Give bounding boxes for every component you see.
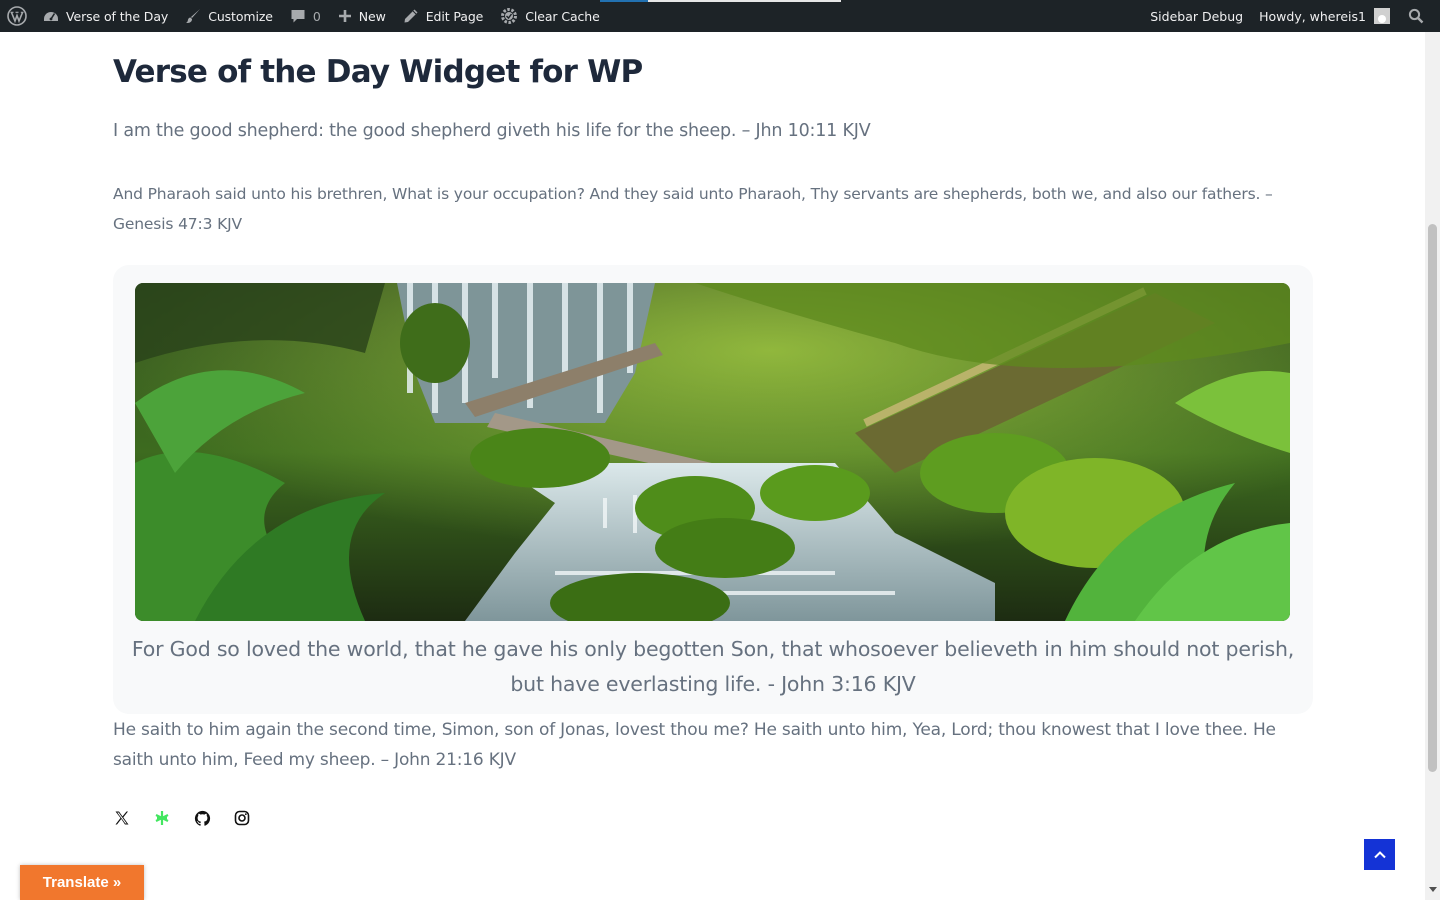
linktree-icon[interactable]	[153, 809, 171, 827]
verse-text: And Pharaoh said unto his brethren, What…	[113, 185, 1273, 233]
wordpress-icon	[7, 6, 27, 26]
site-name-label: Verse of the Day	[66, 8, 169, 24]
comment-bubble-icon	[291, 10, 305, 23]
plus-icon	[338, 10, 351, 22]
new-content-button[interactable]: New	[329, 0, 394, 32]
customize-button[interactable]: Customize	[176, 0, 281, 32]
widget-verse-text: For God so loved the world, that he gave…	[131, 637, 1295, 696]
howdy-label: Howdy, whereis1	[1259, 8, 1366, 24]
chevron-up-icon	[1373, 850, 1386, 858]
pencil-icon	[404, 9, 418, 23]
clear-cache-button[interactable]: Clear Cache	[491, 0, 607, 32]
edit-page-button[interactable]: Edit Page	[394, 0, 492, 32]
instagram-icon[interactable]	[233, 809, 251, 827]
edit-page-label: Edit Page	[425, 8, 484, 24]
github-icon[interactable]	[193, 809, 211, 827]
site-name-menu[interactable]: Verse of the Day	[34, 0, 176, 32]
comments-count: 0	[312, 8, 321, 24]
wordpress-logo-button[interactable]	[0, 0, 34, 32]
verse-text: He saith to him again the second time, S…	[113, 720, 1276, 770]
admin-search-button[interactable]	[1400, 0, 1440, 32]
loading-progress-bar	[600, 0, 841, 2]
sidebar-debug-button[interactable]: Sidebar Debug	[1142, 0, 1251, 32]
social-links	[113, 809, 251, 827]
verse-widget-card: For God so loved the world, that he gave…	[113, 265, 1313, 714]
scroll-down-arrow-icon[interactable]	[1429, 887, 1437, 892]
page-scrollbar[interactable]	[1425, 32, 1440, 900]
avatar	[1374, 8, 1390, 24]
page-title: Verse of the Day Widget for WP	[113, 54, 643, 90]
translate-button[interactable]: Translate »	[20, 865, 144, 900]
verse-text: I am the good shepherd: the good shepher…	[113, 121, 871, 141]
clear-cache-label: Clear Cache	[525, 8, 600, 24]
admin-bar: Verse of the Day Customize 0 New Edit Pa…	[0, 0, 1440, 32]
comments-button[interactable]: 0	[281, 0, 329, 32]
sidebar-debug-label: Sidebar Debug	[1150, 8, 1244, 24]
scrollbar-thumb[interactable]	[1428, 224, 1437, 772]
paintbrush-icon	[186, 9, 201, 24]
new-label: New	[358, 8, 386, 24]
x-icon[interactable]	[113, 809, 131, 827]
account-menu[interactable]: Howdy, whereis1	[1251, 0, 1400, 32]
search-icon	[1408, 8, 1424, 24]
back-to-top-button[interactable]	[1364, 839, 1395, 870]
cache-gear-icon	[501, 8, 518, 24]
customize-label: Customize	[208, 8, 273, 24]
dashboard-icon	[44, 12, 58, 21]
forest-waterfall-image	[135, 283, 1290, 621]
